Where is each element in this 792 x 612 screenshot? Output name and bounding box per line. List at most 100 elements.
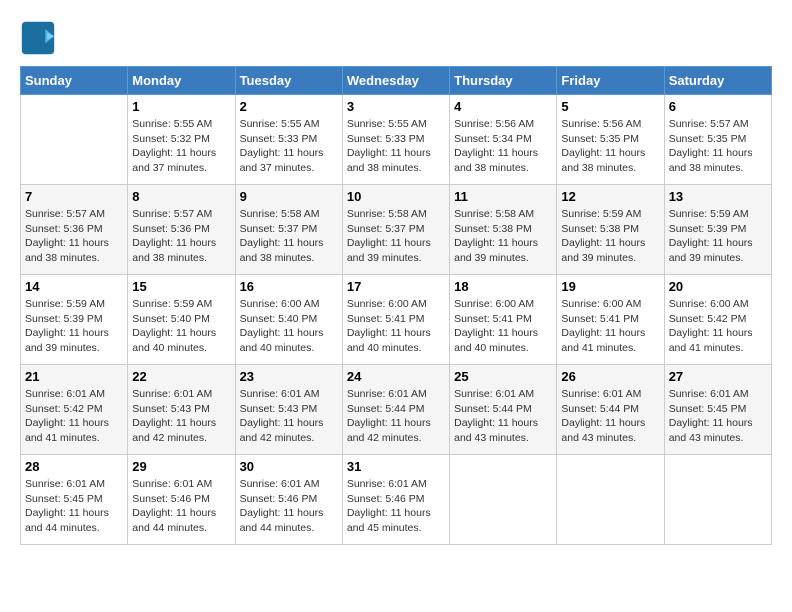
day-info: Sunrise: 5:57 AM Sunset: 5:36 PM Dayligh… (132, 207, 230, 266)
day-number: 21 (25, 369, 123, 384)
day-number: 30 (240, 459, 338, 474)
logo-icon (20, 20, 56, 56)
calendar-cell: 23 Sunrise: 6:01 AM Sunset: 5:43 PM Dayli… (235, 365, 342, 455)
week-row-1: 1 Sunrise: 5:55 AM Sunset: 5:32 PM Daylig… (21, 95, 772, 185)
day-header-monday: Monday (128, 67, 235, 95)
calendar-cell: 8 Sunrise: 5:57 AM Sunset: 5:36 PM Daylig… (128, 185, 235, 275)
day-info: Sunrise: 5:59 AM Sunset: 5:38 PM Dayligh… (561, 207, 659, 266)
day-number: 9 (240, 189, 338, 204)
calendar-cell: 1 Sunrise: 5:55 AM Sunset: 5:32 PM Daylig… (128, 95, 235, 185)
calendar-cell: 20 Sunrise: 6:00 AM Sunset: 5:42 PM Dayli… (664, 275, 771, 365)
day-number: 7 (25, 189, 123, 204)
day-info: Sunrise: 5:57 AM Sunset: 5:35 PM Dayligh… (669, 117, 767, 176)
day-header-sunday: Sunday (21, 67, 128, 95)
day-info: Sunrise: 6:01 AM Sunset: 5:46 PM Dayligh… (240, 477, 338, 536)
day-header-thursday: Thursday (450, 67, 557, 95)
day-info: Sunrise: 5:59 AM Sunset: 5:40 PM Dayligh… (132, 297, 230, 356)
calendar-cell: 16Sunrise: 6:00 AM Sunset: 5:40 PM Dayli… (235, 275, 342, 365)
day-info: Sunrise: 6:01 AM Sunset: 5:45 PM Dayligh… (25, 477, 123, 536)
calendar-cell: 19Sunrise: 6:00 AM Sunset: 5:41 PM Dayli… (557, 275, 664, 365)
day-number: 31 (347, 459, 445, 474)
calendar-cell: 6 Sunrise: 5:57 AM Sunset: 5:35 PM Daylig… (664, 95, 771, 185)
calendar-cell: 26 Sunrise: 6:01 AM Sunset: 5:44 PM Dayli… (557, 365, 664, 455)
day-header-wednesday: Wednesday (342, 67, 449, 95)
day-info: Sunrise: 5:57 AM Sunset: 5:36 PM Dayligh… (25, 207, 123, 266)
calendar-cell: 7 Sunrise: 5:57 AM Sunset: 5:36 PM Daylig… (21, 185, 128, 275)
day-number: 6 (669, 99, 767, 114)
day-number: 16 (240, 279, 338, 294)
calendar-cell (557, 455, 664, 545)
day-info: Sunrise: 5:58 AM Sunset: 5:37 PM Dayligh… (240, 207, 338, 266)
calendar-cell: 4 Sunrise: 5:56 AM Sunset: 5:34 PM Daylig… (450, 95, 557, 185)
calendar-cell: 18 Sunrise: 6:00 AM Sunset: 5:41 PM Dayli… (450, 275, 557, 365)
day-number: 29 (132, 459, 230, 474)
day-info: Sunrise: 6:01 AM Sunset: 5:44 PM Dayligh… (454, 387, 552, 446)
day-number: 25 (454, 369, 552, 384)
calendar-cell: 28 Sunrise: 6:01 AM Sunset: 5:45 PM Dayli… (21, 455, 128, 545)
week-row-2: 7 Sunrise: 5:57 AM Sunset: 5:36 PM Daylig… (21, 185, 772, 275)
day-number: 27 (669, 369, 767, 384)
day-info: Sunrise: 5:59 AM Sunset: 5:39 PM Dayligh… (25, 297, 123, 356)
day-number: 3 (347, 99, 445, 114)
calendar-cell: 14 Sunrise: 5:59 AM Sunset: 5:39 PM Dayli… (21, 275, 128, 365)
day-info: Sunrise: 5:55 AM Sunset: 5:32 PM Dayligh… (132, 117, 230, 176)
day-number: 22 (132, 369, 230, 384)
days-of-week-row: SundayMondayTuesdayWednesdayThursdayFrid… (21, 67, 772, 95)
day-info: Sunrise: 6:01 AM Sunset: 5:44 PM Dayligh… (347, 387, 445, 446)
calendar-cell: 10 Sunrise: 5:58 AM Sunset: 5:37 PM Dayli… (342, 185, 449, 275)
day-number: 11 (454, 189, 552, 204)
calendar-cell: 3 Sunrise: 5:55 AM Sunset: 5:33 PM Daylig… (342, 95, 449, 185)
week-row-4: 21Sunrise: 6:01 AM Sunset: 5:42 PM Dayli… (21, 365, 772, 455)
calendar-cell: 2Sunrise: 5:55 AM Sunset: 5:33 PM Daylig… (235, 95, 342, 185)
day-number: 28 (25, 459, 123, 474)
calendar-cell: 29Sunrise: 6:01 AM Sunset: 5:46 PM Dayli… (128, 455, 235, 545)
day-info: Sunrise: 6:01 AM Sunset: 5:43 PM Dayligh… (240, 387, 338, 446)
day-info: Sunrise: 5:56 AM Sunset: 5:35 PM Dayligh… (561, 117, 659, 176)
day-number: 12 (561, 189, 659, 204)
day-info: Sunrise: 5:56 AM Sunset: 5:34 PM Dayligh… (454, 117, 552, 176)
day-number: 8 (132, 189, 230, 204)
calendar-cell: 11 Sunrise: 5:58 AM Sunset: 5:38 PM Dayli… (450, 185, 557, 275)
day-info: Sunrise: 6:01 AM Sunset: 5:45 PM Dayligh… (669, 387, 767, 446)
calendar-cell (450, 455, 557, 545)
calendar-cell: 17Sunrise: 6:00 AM Sunset: 5:41 PM Dayli… (342, 275, 449, 365)
day-number: 10 (347, 189, 445, 204)
day-info: Sunrise: 6:00 AM Sunset: 5:41 PM Dayligh… (347, 297, 445, 356)
day-info: Sunrise: 6:00 AM Sunset: 5:42 PM Dayligh… (669, 297, 767, 356)
calendar-cell (21, 95, 128, 185)
day-info: Sunrise: 5:58 AM Sunset: 5:38 PM Dayligh… (454, 207, 552, 266)
calendar-cell: 24 Sunrise: 6:01 AM Sunset: 5:44 PM Dayli… (342, 365, 449, 455)
day-number: 13 (669, 189, 767, 204)
calendar-table: SundayMondayTuesdayWednesdayThursdayFrid… (20, 66, 772, 545)
day-info: Sunrise: 5:55 AM Sunset: 5:33 PM Dayligh… (347, 117, 445, 176)
day-number: 26 (561, 369, 659, 384)
calendar-cell: 13Sunrise: 5:59 AM Sunset: 5:39 PM Dayli… (664, 185, 771, 275)
day-header-friday: Friday (557, 67, 664, 95)
calendar-cell: 25 Sunrise: 6:01 AM Sunset: 5:44 PM Dayli… (450, 365, 557, 455)
day-info: Sunrise: 5:58 AM Sunset: 5:37 PM Dayligh… (347, 207, 445, 266)
calendar-cell (664, 455, 771, 545)
logo (20, 20, 60, 56)
day-header-saturday: Saturday (664, 67, 771, 95)
calendar-cell: 31 Sunrise: 6:01 AM Sunset: 5:46 PM Dayli… (342, 455, 449, 545)
day-number: 20 (669, 279, 767, 294)
day-number: 5 (561, 99, 659, 114)
calendar-cell: 15 Sunrise: 5:59 AM Sunset: 5:40 PM Dayli… (128, 275, 235, 365)
week-row-3: 14 Sunrise: 5:59 AM Sunset: 5:39 PM Dayli… (21, 275, 772, 365)
day-number: 24 (347, 369, 445, 384)
day-number: 19 (561, 279, 659, 294)
day-number: 23 (240, 369, 338, 384)
day-info: Sunrise: 6:01 AM Sunset: 5:46 PM Dayligh… (347, 477, 445, 536)
week-row-5: 28 Sunrise: 6:01 AM Sunset: 5:45 PM Dayli… (21, 455, 772, 545)
day-number: 18 (454, 279, 552, 294)
day-number: 14 (25, 279, 123, 294)
day-number: 15 (132, 279, 230, 294)
calendar-cell: 22Sunrise: 6:01 AM Sunset: 5:43 PM Dayli… (128, 365, 235, 455)
day-info: Sunrise: 6:00 AM Sunset: 5:41 PM Dayligh… (454, 297, 552, 356)
day-number: 2 (240, 99, 338, 114)
day-info: Sunrise: 6:01 AM Sunset: 5:44 PM Dayligh… (561, 387, 659, 446)
day-number: 1 (132, 99, 230, 114)
calendar-cell: 5 Sunrise: 5:56 AM Sunset: 5:35 PM Daylig… (557, 95, 664, 185)
page-header (20, 20, 772, 56)
day-number: 4 (454, 99, 552, 114)
